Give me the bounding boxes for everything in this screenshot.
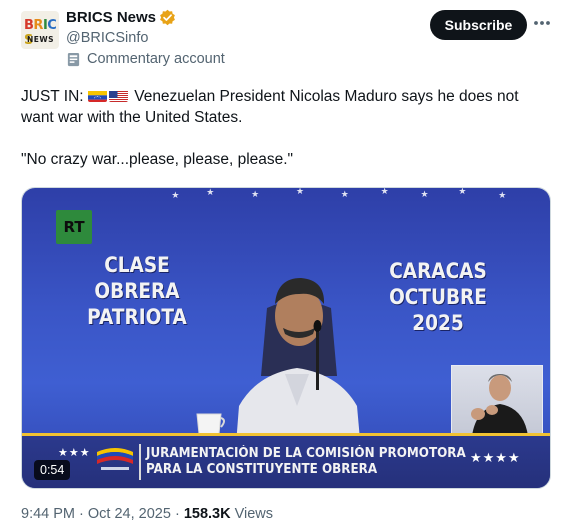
tweet-date[interactable]: Oct 24, 2025	[88, 506, 171, 522]
lower-third-line-2: PARA LA CONSTITUYENTE OBRERA	[146, 462, 378, 477]
meta-separator-2: ·	[170, 506, 184, 522]
tweet-line-1: JUST IN: Venezuelan President Nicolas Ma…	[21, 86, 551, 128]
svg-text:★: ★	[498, 190, 506, 200]
commentary-shield-icon	[66, 52, 81, 67]
lower-third-divider	[139, 444, 141, 480]
subscribe-button[interactable]: Subscribe	[430, 10, 527, 40]
svg-text:★: ★	[251, 189, 259, 199]
more-options-icon[interactable]	[531, 12, 553, 34]
svg-text:★: ★	[206, 188, 214, 197]
us-flag-icon	[108, 89, 128, 102]
avatar-logo-subtext: NEWS	[27, 35, 55, 44]
tweet-text: JUST IN: Venezuelan President Nicolas Ma…	[21, 86, 551, 170]
tweet-prefix: JUST IN:	[21, 88, 84, 105]
svg-text:★: ★	[341, 189, 349, 199]
sign-language-interpreter	[451, 365, 543, 436]
svg-text:★: ★	[420, 189, 428, 199]
tweet-quote: "No crazy war...please, please, please."	[21, 151, 294, 168]
meta-separator: ·	[75, 506, 88, 522]
lower-third-accent	[22, 433, 550, 436]
svg-text:★: ★	[458, 188, 466, 196]
views-count: 158.3K	[183, 506, 231, 522]
lower-third-line-1: JURAMENTACIÓN DE LA COMISIÓN PROMOTORA	[146, 446, 466, 461]
tweet-meta: 9:44 PM · Oct 24, 2025 · 158.3K Views	[21, 506, 273, 522]
venezuela-flag-icon	[87, 89, 107, 102]
svg-text:★: ★	[171, 190, 179, 200]
account-name-row: BRICS News	[66, 9, 176, 26]
video-duration-badge: 0:54	[34, 460, 71, 480]
commentary-text: Commentary account	[87, 51, 225, 67]
venezuela-emblem-icon	[97, 448, 133, 470]
svg-text:★: ★	[381, 188, 389, 196]
lower-third-stars-left: ★★★	[58, 447, 91, 459]
display-name[interactable]: BRICS News	[66, 9, 156, 26]
lower-third-caption: JURAMENTACIÓN DE LA COMISIÓN PROMOTORA P…	[146, 446, 466, 478]
account-handle[interactable]: @BRICSinfo	[66, 30, 148, 46]
tweet-time[interactable]: 9:44 PM	[21, 506, 75, 522]
rt-channel-logo: RT	[56, 210, 92, 244]
views-label: Views	[230, 506, 274, 522]
svg-text:★: ★	[296, 188, 304, 196]
video-player[interactable]: ★ ★ ★ ★ ★ ★ ★ ★ ★ RT CLASE OBRERA PATRIOTA CARA…	[21, 187, 551, 489]
commentary-label: Commentary account	[66, 51, 225, 67]
decorative-stars-top: ★ ★ ★ ★ ★ ★ ★ ★ ★	[171, 188, 506, 200]
lower-third-stars-right: ★★★★	[470, 450, 521, 465]
verified-badge-icon	[159, 9, 176, 26]
avatar[interactable]: BRICS NEWS	[21, 11, 59, 49]
banner-clase-obrera: CLASE OBRERA PATRIOTA	[87, 253, 187, 329]
